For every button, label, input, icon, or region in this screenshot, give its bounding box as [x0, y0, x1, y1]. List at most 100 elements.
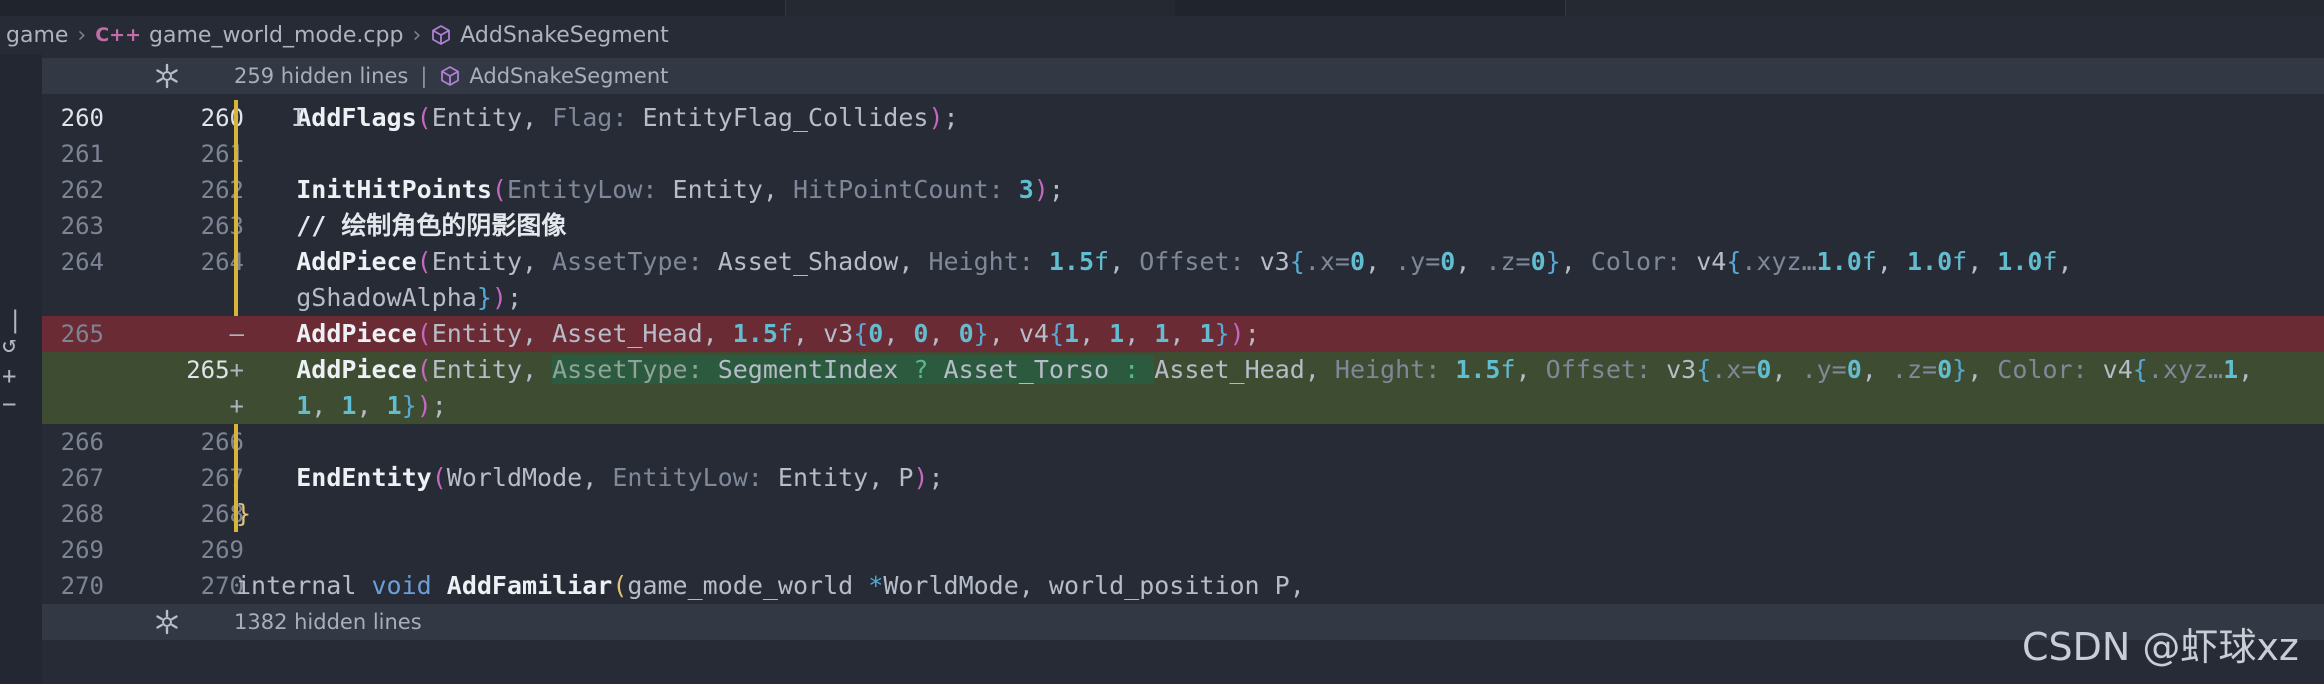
argument: Asset_Head	[552, 319, 703, 348]
operator: ?	[913, 355, 929, 384]
inlay-hint: Flag:	[552, 103, 628, 132]
line-number-old: 264	[60, 248, 104, 276]
diff-side-icons: | ↺ + −	[0, 308, 24, 430]
code-line[interactable]: 260 260 AddFlags(Entity, Flag: EntityFla…	[42, 100, 2324, 136]
closing-brace: }	[236, 499, 252, 528]
argument: WorldMode	[446, 463, 583, 492]
line-number-old: 260	[60, 104, 104, 132]
code-line[interactable]: 263 263 // 绘制角色的阴影图像	[42, 208, 2324, 244]
text-cursor-icon: I	[291, 103, 307, 132]
code-line-wrapped[interactable]: gShadowAlpha});	[42, 280, 2324, 316]
number-literal: 1	[1199, 319, 1215, 348]
inlay-hint: Height:	[1334, 355, 1441, 384]
argument: P	[1274, 571, 1290, 600]
line-number-new: 267	[200, 464, 244, 492]
undo-icon[interactable]: ↺	[2, 332, 16, 356]
code-comment: // 绘制角色的阴影图像	[296, 211, 567, 240]
code-line[interactable]: 264 264 AddPiece(Entity, AssetType: Asse…	[42, 244, 2324, 280]
line-number-new: 263	[200, 212, 244, 240]
minus-icon[interactable]: −	[2, 392, 16, 416]
number-literal: 0	[1846, 355, 1862, 384]
inlay-hint: Color:	[1997, 355, 2088, 384]
argument: P	[898, 463, 914, 492]
inlay-hint: .x=	[1711, 355, 1757, 384]
modified-marker	[234, 424, 238, 460]
function-name: EndEntity	[296, 463, 432, 492]
number-literal: 0	[958, 319, 974, 348]
number-literal: 1	[1064, 319, 1080, 348]
deleted-line[interactable]: 265 – AddPiece(Entity, Asset_Head, 1.5f,…	[42, 316, 2324, 352]
code-line[interactable]: 261 261	[42, 136, 2324, 172]
number-literal: 0	[1937, 355, 1953, 384]
breadcrumb-file[interactable]: game_world_mode.cpp	[149, 23, 403, 48]
hidden-lines-fold-bottom[interactable]: 1382 hidden lines	[42, 604, 2324, 640]
argument: v4	[1018, 319, 1049, 348]
line-number-old: 261	[60, 140, 104, 168]
argument: Entity	[777, 463, 869, 492]
hidden-lines-label: 259 hidden lines	[234, 64, 409, 88]
argument: Asset_Head	[1154, 355, 1305, 384]
added-line[interactable]: 265+ AddPiece(Entity, AssetType: Segment…	[42, 352, 2324, 388]
number-literal: 1	[1109, 319, 1125, 348]
code-line[interactable]: 266 266	[42, 424, 2324, 460]
inlay-hint: .xyz…	[1741, 247, 1817, 276]
line-number-old: 266	[60, 428, 104, 456]
inlay-hint: Height:	[928, 247, 1034, 276]
inlay-hint: Color:	[1590, 247, 1682, 276]
operator: :	[1124, 355, 1140, 384]
added-line-wrapped[interactable]: + 1, 1, 1});	[42, 388, 2324, 424]
inlay-hint: AssetType:	[552, 355, 703, 384]
code-line[interactable]: 270 270 internal void AddFamiliar(game_m…	[42, 568, 2324, 604]
code-line[interactable]: 269 269	[42, 532, 2324, 568]
line-number-new: 260	[200, 104, 244, 132]
number-literal: 1	[2223, 355, 2239, 384]
editor-tab[interactable]	[0, 0, 541, 16]
unfold-icon[interactable]	[154, 609, 180, 635]
argument: v4	[1696, 247, 1727, 276]
unfold-icon[interactable]	[154, 63, 180, 89]
line-number-old: 265	[60, 320, 104, 348]
inlay-hint: Offset:	[1139, 247, 1245, 276]
number-literal: 1.0	[1816, 247, 1862, 276]
changed-text-highlight: AssetType: SegmentIndex ? Asset_Torso :	[552, 355, 1155, 384]
editor-tab[interactable]	[540, 0, 786, 16]
diff-plus-icon: +	[229, 392, 244, 420]
argument: Entity	[672, 175, 763, 204]
editor-tab[interactable]	[1175, 0, 1566, 16]
hidden-lines-fold-top[interactable]: 259 hidden lines | AddSnakeSegment	[42, 58, 2324, 94]
breadcrumb-symbol[interactable]: AddSnakeSegment	[460, 23, 668, 48]
breadcrumb: game › C++ game_world_mode.cpp › AddSnak…	[0, 16, 2324, 54]
code-line[interactable]: 268 268 }	[42, 496, 2324, 532]
number-literal: 1.5	[1455, 355, 1501, 384]
number-literal: 1.0	[1997, 247, 2043, 276]
argument: v3	[1259, 247, 1290, 276]
line-number-new: 269	[200, 536, 244, 564]
number-literal: 1.5	[732, 319, 778, 348]
breadcrumb-folder[interactable]: game	[6, 23, 68, 48]
number-literal: 1	[386, 391, 402, 420]
number-literal: 0	[913, 319, 929, 348]
code-line[interactable]: 262 262 InitHitPoints(EntityLow: Entity,…	[42, 172, 2324, 208]
inlay-hint: AssetType:	[552, 247, 703, 276]
diff-minus-icon: –	[229, 320, 244, 348]
number-suffix: f	[1861, 247, 1877, 276]
number-literal: 1	[296, 391, 312, 420]
argument: WorldMode	[883, 571, 1019, 600]
fold-symbol-label[interactable]: AddSnakeSegment	[469, 64, 668, 88]
argument: gShadowAlpha	[296, 283, 477, 312]
argument: v4	[2102, 355, 2133, 384]
line-number-old: 269	[60, 536, 104, 564]
inlay-hint: .xyz…	[2147, 355, 2224, 384]
function-name: AddPiece	[296, 247, 417, 276]
inlay-hint: .z=	[1891, 355, 1938, 384]
argument: Entity	[431, 247, 523, 276]
number-literal: 1.0	[1906, 247, 1953, 276]
function-name: AddPiece	[296, 319, 417, 348]
argument: Entity	[431, 319, 523, 348]
number-literal: 1	[1154, 319, 1170, 348]
code-line[interactable]: 267 267 EndEntity(WorldMode, EntityLow: …	[42, 460, 2324, 496]
number-suffix: f	[1952, 247, 1968, 276]
line-number-new: 264	[200, 248, 244, 276]
plus-icon[interactable]: +	[2, 364, 16, 388]
function-name: AddFamiliar	[446, 571, 613, 600]
